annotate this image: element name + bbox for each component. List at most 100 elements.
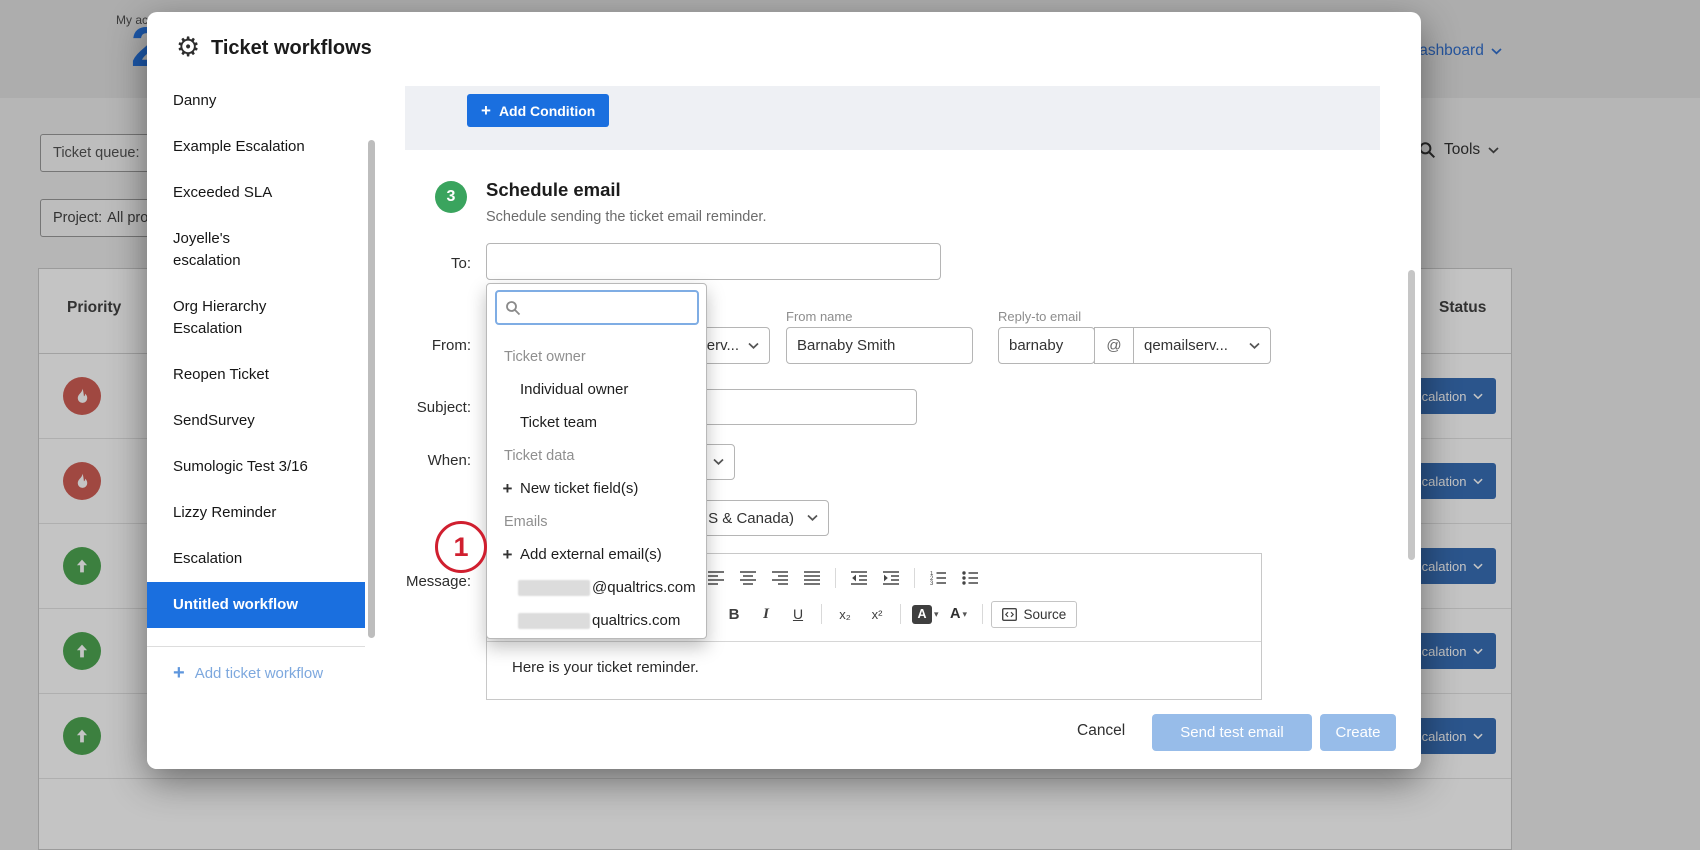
source-label: Source xyxy=(1024,607,1067,622)
superscript-icon: x² xyxy=(872,607,883,622)
step-number-badge: 3 xyxy=(435,181,467,213)
align-left-icon xyxy=(708,571,724,585)
add-ticket-workflow-button[interactable]: + Add ticket workflow xyxy=(147,654,365,692)
align-right-icon xyxy=(772,571,788,585)
timezone-select-value: US & Canada) xyxy=(697,510,794,527)
send-test-email-button[interactable]: Send test email xyxy=(1152,714,1312,751)
to-input[interactable] xyxy=(486,243,941,280)
workflow-list-item[interactable]: Escalation xyxy=(147,536,365,582)
workflow-list-item[interactable]: Example Escalation xyxy=(147,124,365,170)
plus-icon: + xyxy=(481,103,491,119)
toolbar-indent-increase-button[interactable] xyxy=(876,565,906,591)
editor-toolbar-row-2: B IUx₂ x² A▾ A▾ Source xyxy=(719,600,1077,628)
dropdown-option[interactable]: qualtrics.com xyxy=(487,604,706,637)
redacted-email-block xyxy=(518,580,590,596)
plus-icon: + xyxy=(501,479,514,499)
sidebar-divider xyxy=(147,646,365,647)
to-recipient-dropdown: Ticket ownerIndividual ownerTicket teamT… xyxy=(486,283,707,639)
dropdown-search-input[interactable] xyxy=(497,292,697,323)
from-domain-select-value: erv... xyxy=(707,337,739,354)
toolbar-bg-color-button[interactable]: A▾ xyxy=(944,601,974,627)
cancel-button[interactable]: Cancel xyxy=(1077,722,1125,740)
editor-message-text: Here is your ticket reminder. xyxy=(512,659,699,676)
list-bullet-icon xyxy=(962,571,978,586)
bold-icon: B xyxy=(729,606,740,623)
step-subtitle: Schedule sending the ticket email remind… xyxy=(486,209,767,225)
ticket-workflows-modal: ⚙ Ticket workflows DannyExample Escalati… xyxy=(147,12,1421,769)
workflow-list-item[interactable]: Org Hierarchy Escalation xyxy=(147,284,365,352)
dropdown-option-label: qualtrics.com xyxy=(592,612,680,629)
modal-scrollbar[interactable] xyxy=(1408,270,1415,560)
gear-icon: ⚙ xyxy=(176,32,200,62)
from-name-input[interactable] xyxy=(786,327,973,364)
list-ordered-icon: 123 xyxy=(930,571,946,586)
workflow-list-item[interactable]: SendSurvey xyxy=(147,398,365,444)
at-separator: @ xyxy=(1094,327,1134,364)
reply-to-input[interactable] xyxy=(998,327,1095,364)
reply-to-label: Reply-to email xyxy=(998,309,1081,324)
add-condition-button[interactable]: + Add Condition xyxy=(467,94,609,127)
toolbar-superscript-button[interactable]: x² xyxy=(862,601,892,627)
chevron-down-icon xyxy=(748,342,759,349)
chevron-down-icon xyxy=(807,515,818,522)
text-color-icon: A▾ xyxy=(912,605,939,624)
workflow-list: DannyExample EscalationExceeded SLAJoyel… xyxy=(147,78,365,628)
workflow-list-item[interactable]: Danny xyxy=(147,78,365,124)
step-title: Schedule email xyxy=(486,179,621,201)
dropdown-option[interactable]: + New ticket field(s) xyxy=(487,472,706,505)
svg-text:3: 3 xyxy=(930,581,934,586)
dropdown-option-list: Ticket ownerIndividual ownerTicket teamT… xyxy=(487,340,706,637)
to-label: To: xyxy=(381,255,471,272)
reply-to-domain-value: qemailserv... xyxy=(1144,337,1242,354)
toolbar-align-justify-button[interactable] xyxy=(797,565,827,591)
dropdown-option-label: Add external email(s) xyxy=(520,546,662,563)
editor-content[interactable]: Here is your ticket reminder. xyxy=(487,642,1261,700)
bg-color-icon: A▾ xyxy=(950,606,967,622)
toolbar-source-button[interactable]: Source xyxy=(991,601,1078,628)
source-icon xyxy=(1002,608,1017,621)
subject-label: Subject: xyxy=(381,399,471,416)
from-name-label: From name xyxy=(786,309,852,324)
toolbar-separator xyxy=(982,604,983,624)
indent-decrease-icon xyxy=(851,571,867,585)
toolbar-subscript-button[interactable]: x₂ xyxy=(830,601,860,627)
modal-title: Ticket workflows xyxy=(211,37,372,60)
dropdown-group-header: Ticket data xyxy=(487,439,706,472)
annotation-circle-1: 1 xyxy=(435,521,487,573)
add-condition-label: Add Condition xyxy=(499,103,595,119)
workflow-list-item[interactable]: Lizzy Reminder xyxy=(147,490,365,536)
toolbar-text-color-button[interactable]: A▾ xyxy=(909,601,942,627)
dropdown-option[interactable]: Ticket team xyxy=(487,406,706,439)
workflow-list-item[interactable]: Joyelle's escalation xyxy=(147,216,365,284)
add-ticket-workflow-label: Add ticket workflow xyxy=(195,665,323,682)
workflow-list-item[interactable]: Reopen Ticket xyxy=(147,352,365,398)
plus-icon: + xyxy=(173,664,185,682)
sidebar-scrollbar[interactable] xyxy=(368,140,375,638)
dropdown-option[interactable]: @qualtrics.com xyxy=(487,571,706,604)
dropdown-group-header: Ticket owner xyxy=(487,340,706,373)
create-button[interactable]: Create xyxy=(1320,714,1396,751)
chevron-down-icon xyxy=(1249,342,1260,349)
workflow-list-item[interactable]: Sumologic Test 3/16 xyxy=(147,444,365,490)
toolbar-align-center-button[interactable] xyxy=(733,565,763,591)
dropdown-option-label: New ticket field(s) xyxy=(520,480,638,497)
toolbar-bold-button[interactable]: B xyxy=(719,601,749,627)
when-label: When: xyxy=(381,452,471,469)
modal-footer: Cancel Send test email Create xyxy=(147,702,1421,769)
workflow-list-item[interactable]: Exceeded SLA xyxy=(147,170,365,216)
toolbar-align-right-button[interactable] xyxy=(765,565,795,591)
toolbar-indent-decrease-button[interactable] xyxy=(844,565,874,591)
toolbar-list-bullet-button[interactable] xyxy=(955,565,985,591)
workflow-list-item[interactable]: Untitled workflow xyxy=(147,582,365,628)
toolbar-italic-button[interactable]: I xyxy=(751,601,781,627)
toolbar-separator xyxy=(914,568,915,588)
italic-icon: I xyxy=(763,606,769,623)
dropdown-option[interactable]: Individual owner xyxy=(487,373,706,406)
align-center-icon xyxy=(740,571,756,585)
toolbar-underline-button[interactable]: U xyxy=(783,601,813,627)
dropdown-search[interactable] xyxy=(495,290,699,325)
dropdown-option[interactable]: +Add external email(s) xyxy=(487,538,706,571)
reply-to-domain-select[interactable]: qemailserv... xyxy=(1133,327,1271,364)
subscript-icon: x₂ xyxy=(839,607,851,622)
toolbar-list-ordered-button[interactable]: 123 xyxy=(923,565,953,591)
